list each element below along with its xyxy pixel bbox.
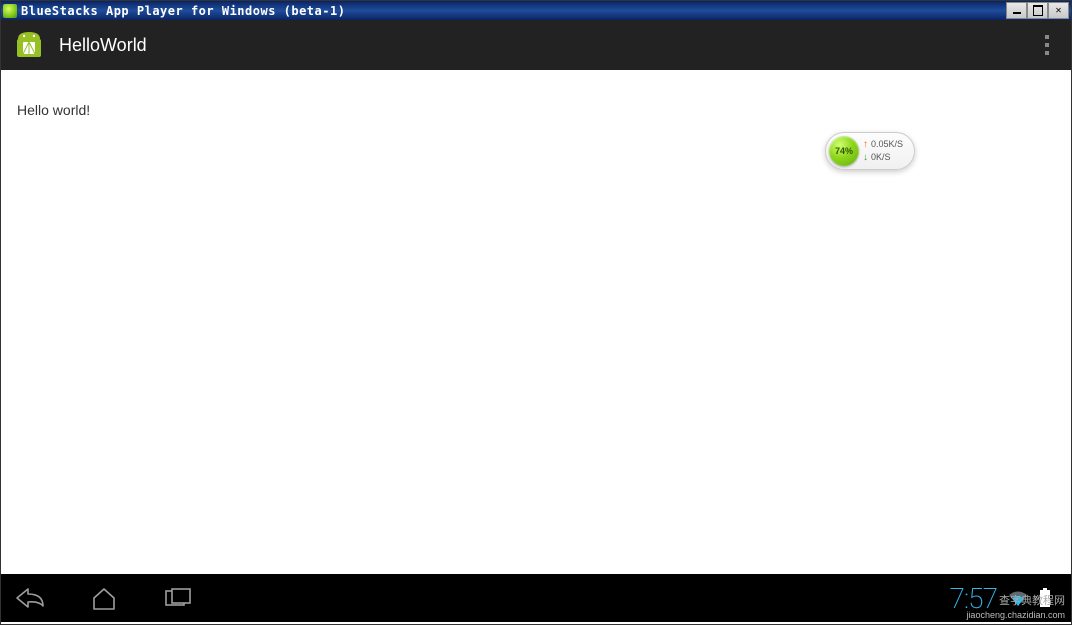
window-titlebar[interactable]: BlueStacks App Player for Windows (beta-… <box>1 1 1071 20</box>
back-button[interactable] <box>9 577 51 619</box>
download-speed-row: ↓ 0K/S <box>863 151 903 164</box>
download-speed: 0K/S <box>871 151 891 164</box>
overflow-menu-icon[interactable] <box>1035 29 1059 61</box>
close-button[interactable] <box>1048 2 1069 19</box>
status-area[interactable]: 7:57 <box>949 582 1051 615</box>
arrow-up-icon: ↑ <box>863 138 868 151</box>
cpu-percent-circle: 74% <box>829 136 859 166</box>
minimize-button[interactable] <box>1006 2 1027 19</box>
titlebar-left: BlueStacks App Player for Windows (beta-… <box>3 4 345 18</box>
upload-speed: 0.05K/S <box>871 138 903 151</box>
action-bar: HelloWorld <box>1 20 1071 70</box>
maximize-button[interactable] <box>1027 2 1048 19</box>
android-app-icon[interactable] <box>13 29 45 61</box>
navigation-bar: 7:57 <box>1 574 1071 622</box>
clock-time: 7:57 <box>949 582 997 615</box>
recents-button[interactable] <box>157 577 199 619</box>
greeting-text: Hello world! <box>17 102 1055 118</box>
app-title: HelloWorld <box>59 35 147 56</box>
net-speeds: ↑ 0.05K/S ↓ 0K/S <box>863 138 903 164</box>
network-monitor-widget[interactable]: 74% ↑ 0.05K/S ↓ 0K/S <box>825 132 915 170</box>
battery-icon <box>1039 588 1051 608</box>
action-bar-left: HelloWorld <box>13 29 147 61</box>
home-button[interactable] <box>83 577 125 619</box>
arrow-down-icon: ↓ <box>863 151 868 164</box>
window-title: BlueStacks App Player for Windows (beta-… <box>21 4 345 18</box>
content-area: Hello world! 74% ↑ 0.05K/S ↓ 0K/S <box>1 70 1071 574</box>
wifi-icon <box>1007 589 1029 607</box>
nav-buttons <box>9 577 199 619</box>
window-controls <box>1006 2 1069 19</box>
bluestacks-icon <box>3 4 17 18</box>
upload-speed-row: ↑ 0.05K/S <box>863 138 903 151</box>
